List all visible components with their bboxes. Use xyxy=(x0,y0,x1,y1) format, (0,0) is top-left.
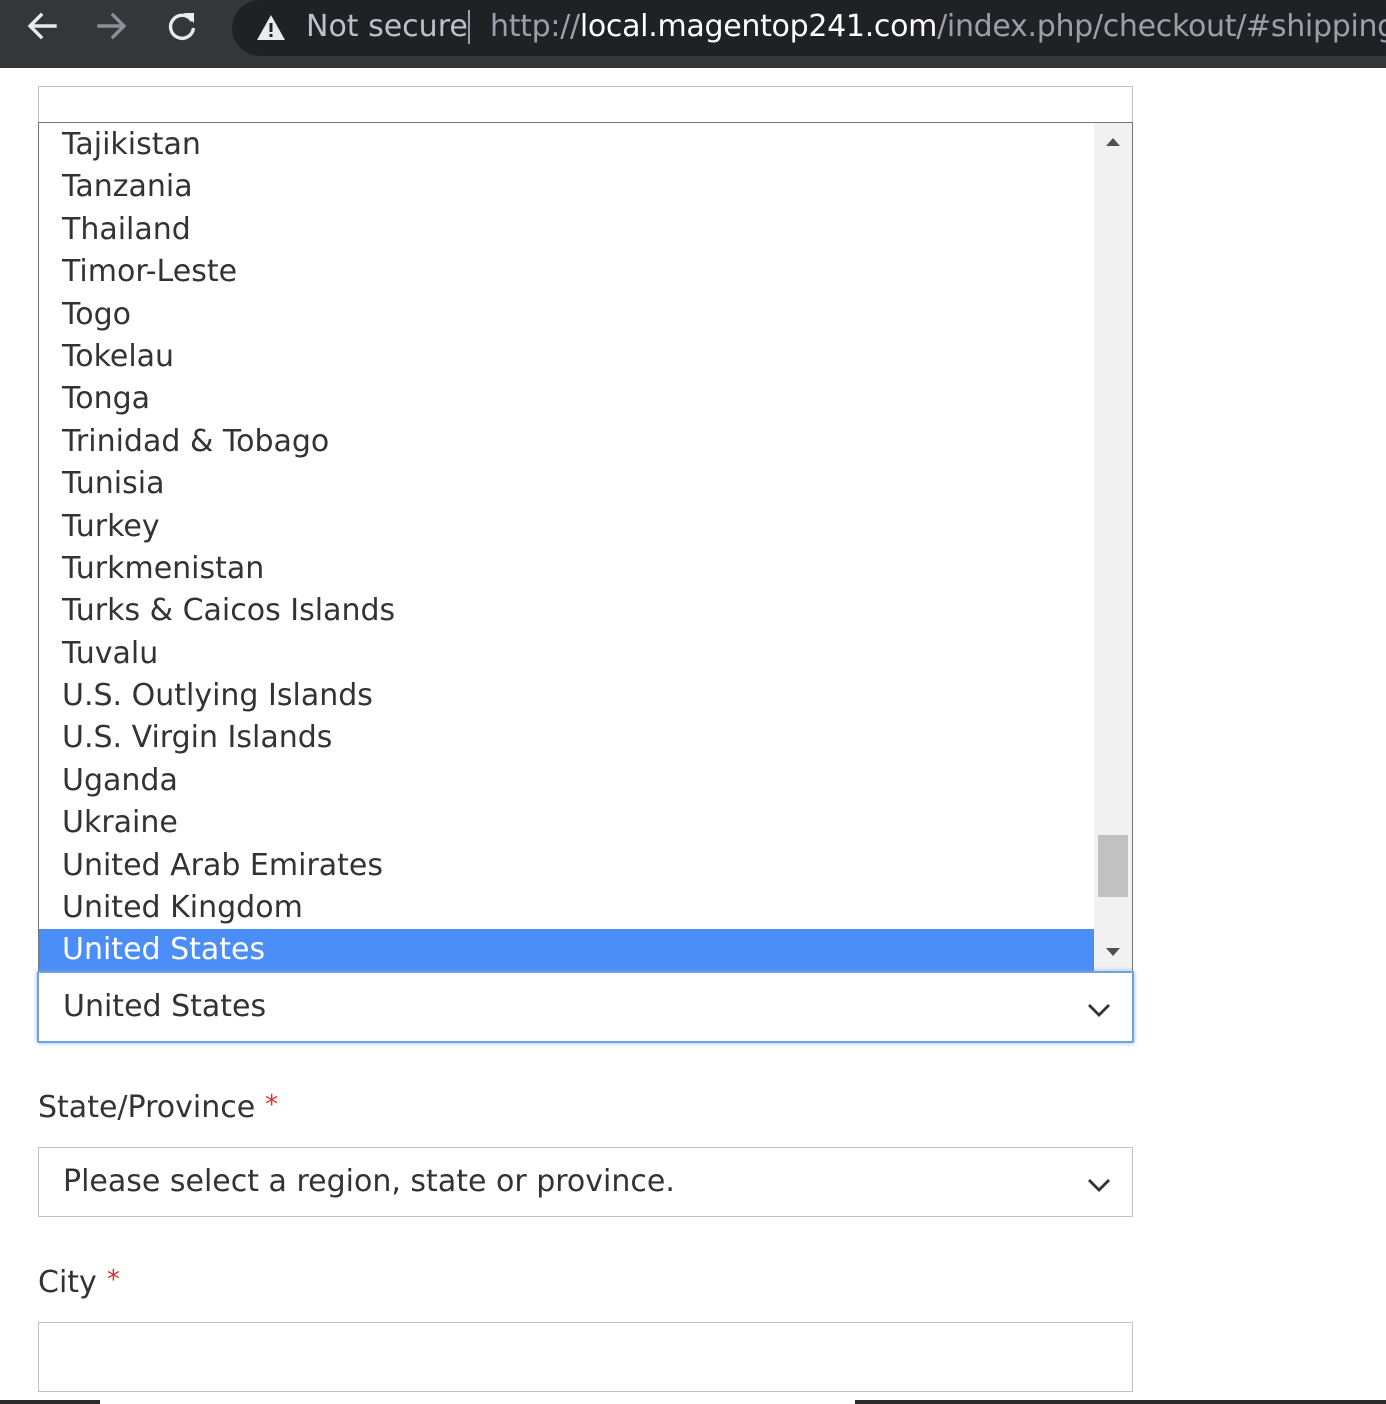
country-option[interactable]: Timor-Leste xyxy=(39,251,1095,293)
url-path: /index.php/checkout/#shipping xyxy=(937,9,1386,44)
country-option[interactable]: Turkey xyxy=(39,506,1095,548)
country-option[interactable]: Uganda xyxy=(39,760,1095,802)
country-option[interactable]: Tanzania xyxy=(39,166,1095,208)
country-options: Tajikistan Tanzania Thailand Timor-Leste Tog… xyxy=(39,123,1095,971)
omnibox-separator xyxy=(468,10,470,44)
edge-strip xyxy=(855,1400,1386,1404)
country-option[interactable]: Togo xyxy=(39,294,1095,336)
scroll-down-button[interactable] xyxy=(1094,933,1132,971)
country-option[interactable]: Tonga xyxy=(39,378,1095,420)
required-asterisk: * xyxy=(265,1090,279,1120)
triangle-down-icon xyxy=(1106,948,1120,956)
country-option-selected[interactable]: United States xyxy=(39,929,1095,971)
country-option[interactable]: United Kingdom xyxy=(39,887,1095,929)
city-input[interactable] xyxy=(38,1322,1133,1392)
country-option[interactable]: United Arab Emirates xyxy=(39,845,1095,887)
browser-toolbar: Not secure http://local.magentop241.com/… xyxy=(0,0,1386,68)
address-bar[interactable]: Not secure http://local.magentop241.com/… xyxy=(232,0,1386,56)
back-button[interactable] xyxy=(16,6,68,46)
country-option[interactable]: Tunisia xyxy=(39,463,1095,505)
country-dropdown-list[interactable]: Tajikistan Tanzania Thailand Timor-Leste Tog… xyxy=(38,122,1133,972)
dropdown-scrollbar[interactable] xyxy=(1094,123,1132,971)
scroll-up-button[interactable] xyxy=(1094,123,1132,161)
country-option[interactable]: U.S. Outlying Islands xyxy=(39,675,1095,717)
country-option[interactable]: Tuvalu xyxy=(39,633,1095,675)
url-scheme: http:// xyxy=(490,9,580,44)
triangle-up-icon xyxy=(1106,138,1120,146)
state-province-select[interactable]: Please select a region, state or provinc… xyxy=(38,1147,1133,1217)
state-select-placeholder: Please select a region, state or provinc… xyxy=(63,1164,675,1199)
chevron-down-icon xyxy=(1088,1004,1110,1017)
forward-button[interactable] xyxy=(86,6,138,46)
country-option[interactable]: Tokelau xyxy=(39,336,1095,378)
state-label-text: State/Province xyxy=(38,1090,256,1125)
reload-button[interactable] xyxy=(156,6,208,46)
security-status-label[interactable]: Not secure xyxy=(306,8,468,46)
edge-strip xyxy=(0,1400,100,1404)
country-option[interactable]: Trinidad & Tobago xyxy=(39,421,1095,463)
country-selected-value: United States xyxy=(63,989,267,1024)
warning-triangle-icon[interactable] xyxy=(256,13,286,43)
scroll-thumb[interactable] xyxy=(1098,835,1128,897)
reload-icon xyxy=(168,13,196,40)
country-select[interactable]: United States xyxy=(37,971,1134,1043)
page-bottom-edge xyxy=(0,1398,1386,1404)
state-province-label: State/Province * xyxy=(38,1088,278,1129)
city-label-text: City xyxy=(38,1265,97,1300)
country-option[interactable]: Turks & Caicos Islands xyxy=(39,590,1095,632)
url-text[interactable]: http://local.magentop241.com/index.php/c… xyxy=(490,8,1386,46)
url-host: local.magentop241.com xyxy=(579,9,938,44)
city-label: City * xyxy=(38,1263,120,1304)
arrow-right-icon xyxy=(97,12,127,40)
previous-field-input[interactable] xyxy=(38,86,1133,126)
country-option[interactable]: Ukraine xyxy=(39,802,1095,844)
country-option[interactable]: Thailand xyxy=(39,209,1095,251)
country-option[interactable]: U.S. Virgin Islands xyxy=(39,717,1095,759)
country-option[interactable]: Tajikistan xyxy=(39,124,1095,166)
arrow-left-icon xyxy=(27,12,57,40)
country-option[interactable]: Turkmenistan xyxy=(39,548,1095,590)
required-asterisk: * xyxy=(106,1265,120,1295)
chevron-down-icon xyxy=(1088,1179,1110,1192)
